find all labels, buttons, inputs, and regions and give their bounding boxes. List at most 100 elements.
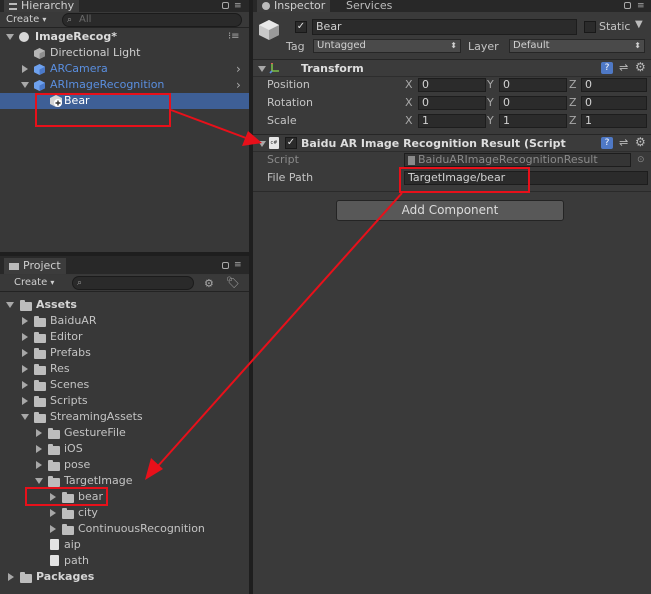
scale-z-value: 1 [585,114,592,127]
project-item-ios[interactable]: iOS [0,441,249,457]
tab-inspector[interactable]: Inspector [257,0,331,12]
layer-dropdown[interactable]: Default ⬍ [509,39,645,53]
project-item-prefabs[interactable]: Prefabs [0,345,249,361]
project-item-label: Prefabs [50,346,91,359]
search-icon: ⌕ [67,15,73,25]
project-item-label: path [64,554,90,567]
add-component-button[interactable]: Add Component [336,200,564,221]
active-checkbox[interactable]: ✓ [295,21,307,33]
project-item-assets[interactable]: Assets [0,297,249,313]
position-x-field[interactable]: 0 [418,78,486,92]
chevron-right-icon[interactable]: › [236,77,241,93]
project-tabbar: Project ≡ [0,256,249,274]
rotation-x-field[interactable]: 0 [418,96,486,110]
expand-arrow-icon[interactable] [22,65,28,73]
project-item-label: GestureFile [64,426,126,439]
hierarchy-item-arcamera[interactable]: ARCamera › [0,61,249,77]
preset-icon[interactable]: ⇌ [619,136,628,149]
scale-y-field[interactable]: 1 [499,114,567,128]
script-value: BaiduARImageRecognitionResult [418,153,598,166]
gear-icon[interactable]: ⚙ [635,135,646,149]
project-item-label: Assets [36,298,77,311]
expand-arrow-icon[interactable] [36,461,42,469]
create-dropdown[interactable]: Create ▾ [6,13,46,27]
expand-arrow-icon[interactable] [22,381,28,389]
tag-dropdown[interactable]: Untagged ⬍ [313,39,461,53]
project-item-aip[interactable]: aip [0,537,249,553]
chevron-right-icon[interactable]: › [236,61,241,77]
scale-z-field[interactable]: 1 [581,114,647,128]
create-dropdown[interactable]: Create ▾ [14,276,54,290]
expand-arrow-icon[interactable] [35,478,43,484]
object-name-field[interactable]: Bear [312,19,577,35]
filter-by-type-icon[interactable]: ⚙ [204,277,214,290]
rotation-z-field[interactable]: 0 [581,96,647,110]
component-enabled-checkbox[interactable]: ✓ [285,137,297,149]
script-file-icon: c# [269,137,279,149]
gear-icon[interactable]: ⚙ [635,60,646,74]
search-input[interactable]: ⌕ All [62,13,242,27]
expand-arrow-icon[interactable] [8,573,14,581]
rotation-y-field[interactable]: 0 [499,96,567,110]
project-item-pose[interactable]: pose [0,457,249,473]
panel-menu-icon[interactable]: ≡ [234,260,242,270]
expand-arrow-icon[interactable] [22,365,28,373]
lock-icon[interactable] [624,2,631,9]
project-item-editor[interactable]: Editor [0,329,249,345]
expand-arrow-icon[interactable] [21,414,29,420]
project-item-scripts[interactable]: Scripts [0,393,249,409]
scene-menu-icon[interactable]: ⁝≡ [228,29,240,45]
project-item-res[interactable]: Res [0,361,249,377]
project-item-path[interactable]: path [0,553,249,569]
axis-z-label: Z [569,114,577,127]
position-z-field[interactable]: 0 [581,78,647,92]
expand-arrow-icon[interactable] [36,429,42,437]
project-item-gesturefile[interactable]: GestureFile [0,425,249,441]
filter-by-label-icon[interactable]: 🏷 [226,276,240,289]
project-item-streamingassets[interactable]: StreamingAssets [0,409,249,425]
fold-arrow-icon[interactable] [258,141,266,147]
expand-arrow-icon[interactable] [22,333,28,341]
position-z-value: 0 [585,78,592,91]
help-icon[interactable]: ? [601,62,613,74]
expand-arrow-icon[interactable] [50,509,56,517]
expand-arrow-icon[interactable] [50,525,56,533]
expand-arrow-icon[interactable] [22,317,28,325]
scale-x-field[interactable]: 1 [418,114,486,128]
expand-arrow-icon[interactable] [36,445,42,453]
folder-icon [34,412,46,423]
hierarchy-item-directional-light[interactable]: Directional Light [0,45,249,61]
expand-arrow-icon[interactable] [6,302,14,308]
static-dropdown-icon[interactable]: ▼ [635,19,643,30]
expand-arrow-icon[interactable] [22,397,28,405]
static-checkbox[interactable] [584,21,596,33]
tab-services[interactable]: Services [341,0,397,12]
hierarchy-item-arimagerecognition[interactable]: ARImageRecognition › [0,77,249,93]
fold-arrow-icon[interactable] [258,66,266,72]
preset-icon[interactable]: ⇌ [619,61,628,74]
rotation-label: Rotation [267,96,314,109]
panel-menu-icon[interactable]: ≡ [234,1,242,11]
axis-z-label: Z [569,78,577,91]
lock-icon[interactable] [222,262,229,269]
scene-row[interactable]: ImageRecog* ⁝≡ [0,29,249,45]
project-item-scenes[interactable]: Scenes [0,377,249,393]
panel-menu-icon[interactable]: ≡ [637,1,645,11]
tab-inspector-label: Inspector [274,0,326,12]
project-item-baiduar[interactable]: BaiduAR [0,313,249,329]
expand-arrow-icon[interactable] [21,82,29,88]
object-picker-icon[interactable]: ⊙ [637,152,645,168]
project-item-continuousrecognition[interactable]: ContinuousRecognition [0,521,249,537]
tab-project[interactable]: Project [4,258,66,274]
project-item-packages[interactable]: Packages [0,569,249,585]
search-input[interactable]: ⌕ [72,276,194,290]
transform-header[interactable]: Transform ? ⇌ ⚙ [253,59,651,77]
project-item-city[interactable]: city [0,505,249,521]
script-component-header[interactable]: c# ✓ Baidu AR Image Recognition Result (… [253,134,651,152]
help-icon[interactable]: ? [601,137,613,149]
expand-arrow-icon[interactable] [22,349,28,357]
lock-icon[interactable] [222,2,229,9]
tab-hierarchy[interactable]: Hierarchy [4,0,80,12]
position-y-field[interactable]: 0 [499,78,567,92]
expand-arrow-icon[interactable] [6,34,14,40]
